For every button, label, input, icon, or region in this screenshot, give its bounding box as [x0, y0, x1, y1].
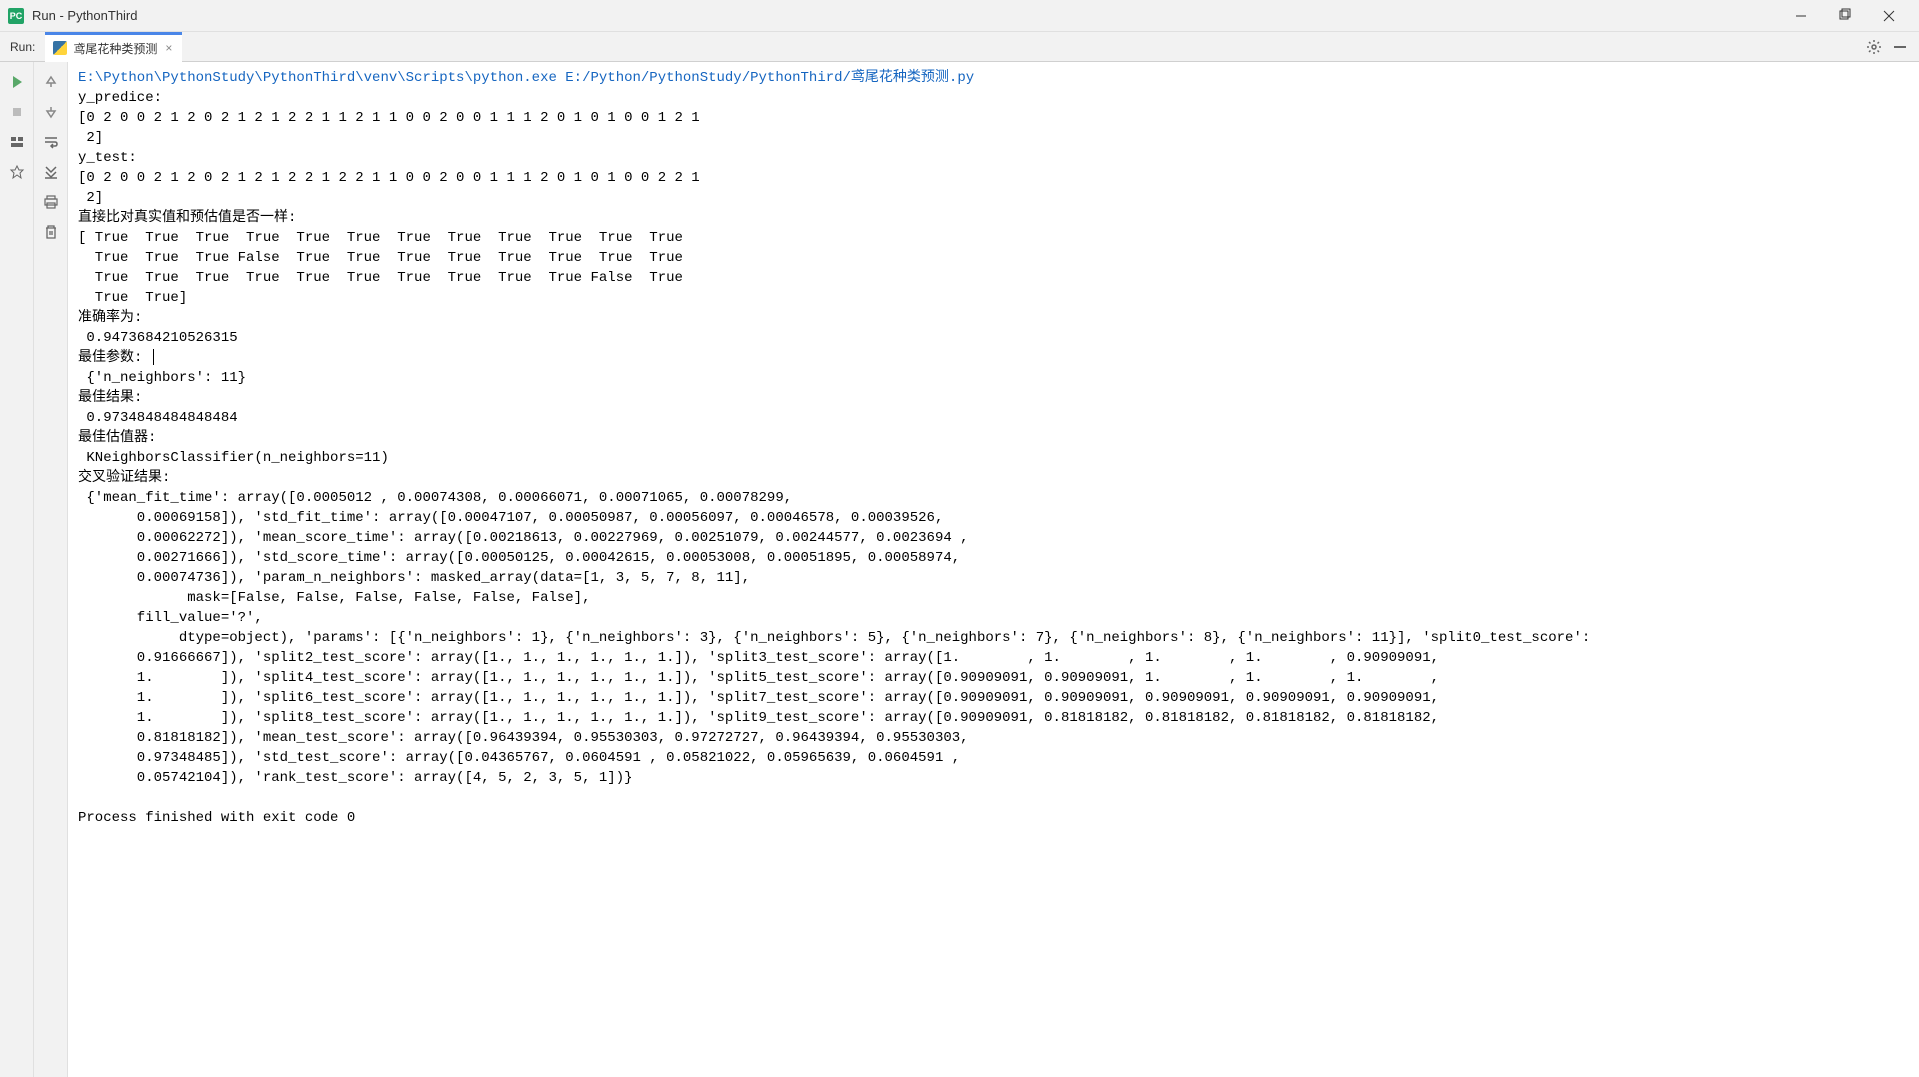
console-line: 0.91666667]), 'split2_test_score': array… [78, 648, 1909, 668]
console-line: {'n_neighbors': 11} [78, 368, 1909, 388]
text-cursor [153, 349, 154, 365]
console-line: 2] [78, 128, 1909, 148]
console-line: y_predice: [78, 88, 1909, 108]
console-line: 直接比对真实值和预估值是否一样: [78, 208, 1909, 228]
scroll-end-button[interactable] [37, 158, 65, 186]
stop-button[interactable] [3, 98, 31, 126]
tab-close-icon[interactable]: × [163, 41, 174, 55]
console-line: KNeighborsClassifier(n_neighbors=11) [78, 448, 1909, 468]
pin-button[interactable] [3, 158, 31, 186]
secondary-toolbar [34, 62, 68, 1077]
run-tab[interactable]: 鸢尾花种类预测 × [45, 32, 182, 62]
console-line: {'mean_fit_time': array([0.0005012 , 0.0… [78, 488, 1909, 508]
console-line: 0.05742104]), 'rank_test_score': array([… [78, 768, 1909, 788]
up-arrow-button[interactable] [37, 68, 65, 96]
console-line: 0.00074736]), 'param_n_neighbors': maske… [78, 568, 1909, 588]
maximize-button[interactable] [1823, 1, 1867, 31]
console-line: 0.00062272]), 'mean_score_time': array([… [78, 528, 1909, 548]
console-output[interactable]: E:\Python\PythonStudy\PythonThird\venv\S… [68, 62, 1919, 1077]
minimize-button[interactable] [1779, 1, 1823, 31]
console-line: [0 2 0 0 2 1 2 0 2 1 2 1 2 2 1 2 2 1 1 0… [78, 168, 1909, 188]
window-controls [1779, 1, 1911, 31]
console-line: True True] [78, 288, 1909, 308]
window-title: Run - PythonThird [32, 8, 1779, 23]
main-container: Run: 鸢尾花种类预测 × [0, 32, 1919, 1077]
run-button[interactable] [3, 68, 31, 96]
console-line: True True True True True True True True … [78, 268, 1909, 288]
tab-bar: Run: 鸢尾花种类预测 × [0, 32, 1919, 62]
command-line: E:\Python\PythonStudy\PythonThird\venv\S… [78, 68, 1909, 88]
down-arrow-button[interactable] [37, 98, 65, 126]
console-line: 0.81818182]), 'mean_test_score': array([… [78, 728, 1909, 748]
console-line: 1. ]), 'split4_test_score': array([1., 1… [78, 668, 1909, 688]
app-icon: PC [8, 8, 24, 24]
console-line: 0.9473684210526315 [78, 328, 1909, 348]
close-button[interactable] [1867, 1, 1911, 31]
console-line: 准确率为: [78, 308, 1909, 328]
console-line: y_test: [78, 148, 1909, 168]
console-line: 0.00069158]), 'std_fit_time': array([0.0… [78, 508, 1909, 528]
console-line: 0.00271666]), 'std_score_time': array([0… [78, 548, 1909, 568]
trash-button[interactable] [37, 218, 65, 246]
tab-label: 鸢尾花种类预测 [73, 40, 157, 57]
tab-bar-right [1863, 36, 1919, 58]
exit-line: Process finished with exit code 0 [78, 808, 1909, 828]
console-line: [ True True True True True True True Tru… [78, 228, 1909, 248]
console-line: 最佳结果: [78, 388, 1909, 408]
console-line: [0 2 0 0 2 1 2 0 2 1 2 1 2 2 1 1 2 1 1 0… [78, 108, 1909, 128]
console-line: 1. ]), 'split6_test_score': array([1., 1… [78, 688, 1909, 708]
print-button[interactable] [37, 188, 65, 216]
python-icon [53, 41, 67, 55]
left-toolbar [0, 62, 34, 1077]
console-line: 最佳估值器: [78, 428, 1909, 448]
run-label: Run: [0, 40, 45, 54]
console-line: 0.97348485]), 'std_test_score': array([0… [78, 748, 1909, 768]
console-line: mask=[False, False, False, False, False,… [78, 588, 1909, 608]
console-line: 最佳参数: [78, 348, 1909, 368]
soft-wrap-button[interactable] [37, 128, 65, 156]
console-line: 0.9734848484848484 [78, 408, 1909, 428]
layout-button[interactable] [3, 128, 31, 156]
content-area: E:\Python\PythonStudy\PythonThird\venv\S… [0, 62, 1919, 1077]
console-line: 1. ]), 'split8_test_score': array([1., 1… [78, 708, 1909, 728]
hide-icon[interactable] [1889, 36, 1911, 58]
settings-icon[interactable] [1863, 36, 1885, 58]
titlebar: PC Run - PythonThird [0, 0, 1919, 32]
console-line: 2] [78, 188, 1909, 208]
console-line: dtype=object), 'params': [{'n_neighbors'… [78, 628, 1909, 648]
console-line: 交叉验证结果: [78, 468, 1909, 488]
console-line: fill_value='?', [78, 608, 1909, 628]
console-line: True True True False True True True True… [78, 248, 1909, 268]
